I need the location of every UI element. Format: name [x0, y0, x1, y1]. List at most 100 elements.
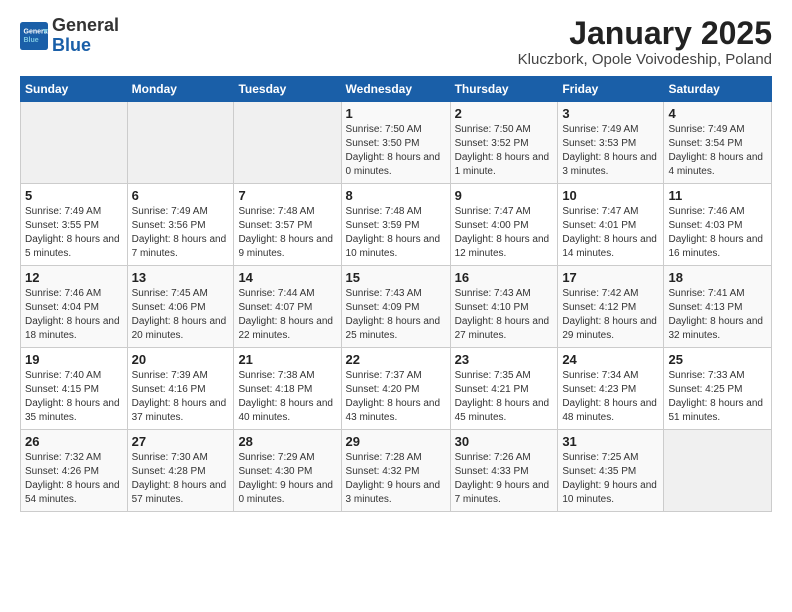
- header-day-sunday: Sunday: [21, 77, 128, 102]
- cell-text: Sunrise: 7:41 AM Sunset: 4:13 PM Dayligh…: [668, 287, 767, 343]
- calendar-cell: 7 Sunrise: 7:48 AM Sunset: 3:57 PM Daylig…: [234, 184, 341, 266]
- header-day-thursday: Thursday: [450, 77, 558, 102]
- header-day-wednesday: Wednesday: [341, 77, 450, 102]
- day-number: 23: [455, 352, 554, 367]
- cell-text: Sunrise: 7:29 AM Sunset: 4:30 PM Dayligh…: [238, 451, 336, 507]
- calendar-cell: 2Sunrise: 7:50 AM Sunset: 3:52 PM Daylig…: [450, 102, 558, 184]
- calendar-cell: 24 Sunrise: 7:34 AM Sunset: 4:23 PM Dayli…: [558, 348, 664, 430]
- logo: General Blue General Blue: [20, 16, 119, 56]
- subtitle: Kluczbork, Opole Voivodeship, Poland: [518, 51, 772, 68]
- day-number: 29: [346, 434, 446, 449]
- cell-text: Sunrise: 7:49 AM Sunset: 3:54 PM Dayligh…: [668, 123, 767, 179]
- day-number: 3: [562, 106, 659, 121]
- calendar-cell: 6 Sunrise: 7:49 AM Sunset: 3:56 PM Daylig…: [127, 184, 234, 266]
- cell-text: Sunrise: 7:46 AM Sunset: 4:04 PM Dayligh…: [25, 287, 123, 343]
- calendar-cell: 23 Sunrise: 7:35 AM Sunset: 4:21 PM Dayli…: [450, 348, 558, 430]
- cell-text: Sunrise: 7:33 AM Sunset: 4:25 PM Dayligh…: [668, 369, 767, 425]
- page: General Blue General Blue January 2025 K…: [0, 0, 792, 612]
- calendar-cell: 14 Sunrise: 7:44 AM Sunset: 4:07 PM Dayli…: [234, 266, 341, 348]
- day-number: 31: [562, 434, 659, 449]
- calendar-cell: [234, 102, 341, 184]
- calendar-cell: 27 Sunrise: 7:30 AM Sunset: 4:28 PM Dayli…: [127, 430, 234, 512]
- week-row-0: 1 Sunrise: 7:50 AM Sunset: 3:50 PM Daylig…: [21, 102, 772, 184]
- cell-text: Sunrise: 7:25 AM Sunset: 4:35 PM Dayligh…: [562, 451, 659, 507]
- cell-text: Sunrise: 7:39 AM Sunset: 4:16 PM Dayligh…: [132, 369, 230, 425]
- day-number: 13: [132, 270, 230, 285]
- calendar-cell: 20 Sunrise: 7:39 AM Sunset: 4:16 PM Dayli…: [127, 348, 234, 430]
- header-row: SundayMondayTuesdayWednesdayThursdayFrid…: [21, 77, 772, 102]
- week-row-3: 19 Sunrise: 7:40 AM Sunset: 4:15 PM Dayli…: [21, 348, 772, 430]
- logo-general: General: [52, 15, 119, 35]
- day-number: 1: [346, 106, 446, 121]
- calendar-table: SundayMondayTuesdayWednesdayThursdayFrid…: [20, 76, 772, 512]
- day-number: 19: [25, 352, 123, 367]
- calendar-cell: 19 Sunrise: 7:40 AM Sunset: 4:15 PM Dayli…: [21, 348, 128, 430]
- day-number: 14: [238, 270, 336, 285]
- day-number: 21: [238, 352, 336, 367]
- cell-text: Sunrise: 7:50 AM Sunset: 3:52 PM Dayligh…: [455, 123, 554, 179]
- header-day-tuesday: Tuesday: [234, 77, 341, 102]
- cell-text: Sunrise: 7:43 AM Sunset: 4:09 PM Dayligh…: [346, 287, 446, 343]
- cell-text: Sunrise: 7:44 AM Sunset: 4:07 PM Dayligh…: [238, 287, 336, 343]
- calendar-cell: 3 Sunrise: 7:49 AM Sunset: 3:53 PM Daylig…: [558, 102, 664, 184]
- cell-text: Sunrise: 7:50 AM Sunset: 3:50 PM Dayligh…: [346, 123, 446, 179]
- calendar-cell: 30 Sunrise: 7:26 AM Sunset: 4:33 PM Dayli…: [450, 430, 558, 512]
- calendar-cell: [127, 102, 234, 184]
- cell-text: Sunrise: 7:28 AM Sunset: 4:32 PM Dayligh…: [346, 451, 446, 507]
- calendar-cell: [21, 102, 128, 184]
- cell-text: Sunrise: 7:32 AM Sunset: 4:26 PM Dayligh…: [25, 451, 123, 507]
- calendar-cell: 11 Sunrise: 7:46 AM Sunset: 4:03 PM Dayli…: [664, 184, 772, 266]
- cell-text: Sunrise: 7:46 AM Sunset: 4:03 PM Dayligh…: [668, 205, 767, 261]
- calendar-cell: 9Sunrise: 7:47 AM Sunset: 4:00 PM Daylig…: [450, 184, 558, 266]
- calendar-cell: 12Sunrise: 7:46 AM Sunset: 4:04 PM Dayli…: [21, 266, 128, 348]
- cell-text: Sunrise: 7:43 AM Sunset: 4:10 PM Dayligh…: [455, 287, 554, 343]
- calendar-cell: 18 Sunrise: 7:41 AM Sunset: 4:13 PM Dayli…: [664, 266, 772, 348]
- day-number: 15: [346, 270, 446, 285]
- title-block: January 2025 Kluczbork, Opole Voivodeshi…: [518, 16, 772, 68]
- day-number: 27: [132, 434, 230, 449]
- cell-text: Sunrise: 7:35 AM Sunset: 4:21 PM Dayligh…: [455, 369, 554, 425]
- cell-text: Sunrise: 7:34 AM Sunset: 4:23 PM Dayligh…: [562, 369, 659, 425]
- cell-text: Sunrise: 7:48 AM Sunset: 3:57 PM Dayligh…: [238, 205, 336, 261]
- calendar-cell: 13 Sunrise: 7:45 AM Sunset: 4:06 PM Dayli…: [127, 266, 234, 348]
- day-number: 30: [455, 434, 554, 449]
- calendar-cell: 4Sunrise: 7:49 AM Sunset: 3:54 PM Daylig…: [664, 102, 772, 184]
- calendar-cell: 22Sunrise: 7:37 AM Sunset: 4:20 PM Dayli…: [341, 348, 450, 430]
- day-number: 25: [668, 352, 767, 367]
- header-day-monday: Monday: [127, 77, 234, 102]
- cell-text: Sunrise: 7:49 AM Sunset: 3:53 PM Dayligh…: [562, 123, 659, 179]
- cell-text: Sunrise: 7:38 AM Sunset: 4:18 PM Dayligh…: [238, 369, 336, 425]
- calendar-cell: 31 Sunrise: 7:25 AM Sunset: 4:35 PM Dayli…: [558, 430, 664, 512]
- calendar-cell: [664, 430, 772, 512]
- logo-icon: General Blue: [20, 22, 48, 50]
- header-day-friday: Friday: [558, 77, 664, 102]
- day-number: 5: [25, 188, 123, 203]
- header-day-saturday: Saturday: [664, 77, 772, 102]
- cell-text: Sunrise: 7:26 AM Sunset: 4:33 PM Dayligh…: [455, 451, 554, 507]
- calendar-cell: 1 Sunrise: 7:50 AM Sunset: 3:50 PM Daylig…: [341, 102, 450, 184]
- calendar-cell: 8Sunrise: 7:48 AM Sunset: 3:59 PM Daylig…: [341, 184, 450, 266]
- month-title: January 2025: [518, 16, 772, 51]
- svg-text:Blue: Blue: [24, 37, 39, 44]
- calendar-cell: 10Sunrise: 7:47 AM Sunset: 4:01 PM Dayli…: [558, 184, 664, 266]
- day-number: 7: [238, 188, 336, 203]
- header: General Blue General Blue January 2025 K…: [20, 16, 772, 68]
- calendar-cell: 29 Sunrise: 7:28 AM Sunset: 4:32 PM Dayli…: [341, 430, 450, 512]
- day-number: 24: [562, 352, 659, 367]
- day-number: 18: [668, 270, 767, 285]
- day-number: 20: [132, 352, 230, 367]
- day-number: 8: [346, 188, 446, 203]
- calendar-cell: 15 Sunrise: 7:43 AM Sunset: 4:09 PM Dayli…: [341, 266, 450, 348]
- cell-text: Sunrise: 7:45 AM Sunset: 4:06 PM Dayligh…: [132, 287, 230, 343]
- cell-text: Sunrise: 7:40 AM Sunset: 4:15 PM Dayligh…: [25, 369, 123, 425]
- cell-text: Sunrise: 7:30 AM Sunset: 4:28 PM Dayligh…: [132, 451, 230, 507]
- cell-text: Sunrise: 7:37 AM Sunset: 4:20 PM Dayligh…: [346, 369, 446, 425]
- logo-text: General Blue: [52, 16, 119, 56]
- day-number: 11: [668, 188, 767, 203]
- day-number: 16: [455, 270, 554, 285]
- cell-text: Sunrise: 7:49 AM Sunset: 3:56 PM Dayligh…: [132, 205, 230, 261]
- calendar-cell: 28 Sunrise: 7:29 AM Sunset: 4:30 PM Dayli…: [234, 430, 341, 512]
- logo-blue: Blue: [52, 35, 91, 55]
- day-number: 6: [132, 188, 230, 203]
- day-number: 28: [238, 434, 336, 449]
